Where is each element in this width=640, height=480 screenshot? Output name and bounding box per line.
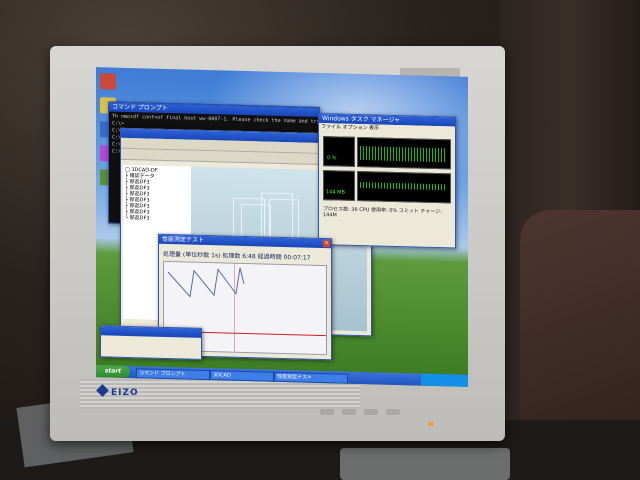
taskbar-item[interactable]: 3DCAD: [210, 370, 274, 382]
taskbar-item[interactable]: 性能測定テスト: [274, 371, 348, 384]
brand-name: EIZO: [111, 388, 139, 398]
pf-history-line: [360, 182, 446, 191]
pf-value: 144 MB: [326, 189, 345, 196]
cpu-usage-meter: 0 %: [323, 136, 355, 167]
tree-item[interactable]: └ 部品DF3: [125, 215, 189, 223]
start-button[interactable]: start: [96, 365, 130, 379]
perf-series: [167, 267, 245, 298]
perf-header: 処理量 (単位秒数 1s) 処理数 6:48 経過時間 00:07:17: [163, 250, 311, 262]
system-tray[interactable]: [421, 373, 468, 387]
desktop-icon[interactable]: [100, 73, 116, 90]
cpu-history-graph: [357, 136, 451, 170]
screen: コマンド プロンプト Th nmosdf conf>of final host …: [96, 67, 468, 387]
logo-mark-icon: [96, 384, 109, 397]
taskmgr-status: プロセス数: 36 CPU 使用率: 0% コミット チャージ: 144M: [323, 206, 442, 219]
cursor-line: [234, 263, 235, 352]
cpu-history-line: [360, 146, 446, 163]
monitor-buttons[interactable]: [320, 400, 408, 419]
pf-usage-meter: 144 MB: [323, 170, 355, 201]
explorer-window[interactable]: [100, 325, 202, 360]
perf-title[interactable]: 性能測定テスト: [159, 234, 331, 249]
pf-history-graph: [357, 170, 451, 204]
monitor-logo: EIZO: [96, 384, 139, 398]
taskbar-item[interactable]: コマンド プロンプト: [136, 368, 210, 381]
power-led: [428, 422, 434, 426]
cpu-value: 0 %: [327, 155, 337, 162]
close-icon[interactable]: ×: [323, 240, 330, 248]
explorer-title[interactable]: [101, 326, 201, 338]
task-manager-window[interactable]: Windows タスク マネージャ ファイル オプション 表示 0 % 144 …: [318, 112, 456, 249]
keyboard: [340, 448, 510, 480]
